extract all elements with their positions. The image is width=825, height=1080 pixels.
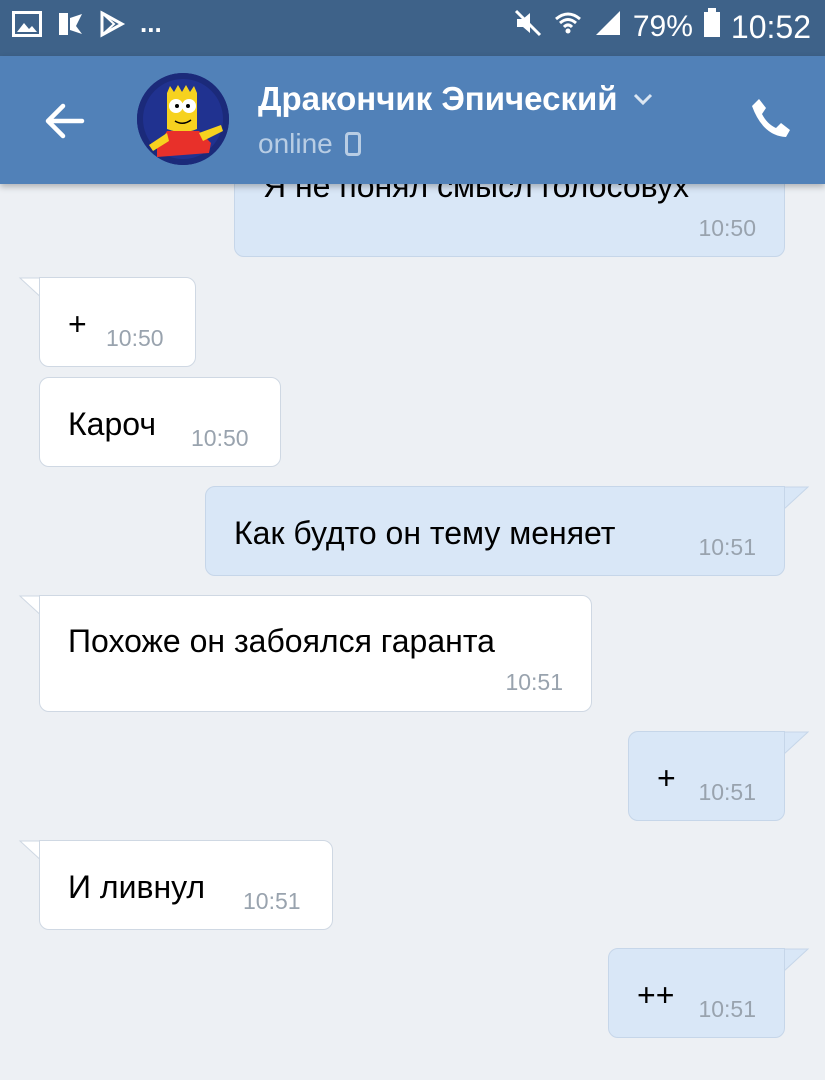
- mute-icon: [513, 8, 543, 46]
- message-text: Я не понял смысл голосовух: [263, 184, 689, 204]
- chevron-down-icon: [633, 93, 652, 106]
- message-time: 10:51: [243, 888, 301, 914]
- message-text: И ливнул: [68, 869, 206, 905]
- clock: 10:52: [730, 8, 811, 45]
- contact-name[interactable]: Дракончик Эпический: [258, 80, 654, 118]
- play-store-icon: [98, 10, 126, 43]
- contact-name-label: Дракончик Эпический: [258, 80, 618, 117]
- message-time: 10:51: [698, 996, 756, 1022]
- message-outgoing[interactable]: Как будто он тему меняет 10:51: [205, 486, 785, 576]
- battery-percent: 79%: [632, 10, 693, 43]
- message-text: Как будто он тему меняет: [234, 515, 616, 551]
- message-text: Кароч: [68, 406, 156, 442]
- message-outgoing[interactable]: ++ 10:51: [608, 948, 785, 1038]
- phone-icon: [752, 99, 790, 137]
- message-list[interactable]: Я не понял смысл голосовух 10:50 + 10:50…: [0, 184, 825, 1080]
- online-status: online: [258, 128, 361, 160]
- message-time: 10:50: [191, 425, 249, 451]
- signal-icon: [593, 8, 623, 46]
- battery-icon: [703, 8, 721, 46]
- message-time: 10:51: [505, 669, 563, 695]
- message-text: Похоже он забоялся гаранта: [68, 623, 495, 659]
- status-bar: ... 79% 10:52: [0, 0, 825, 56]
- message-incoming[interactable]: + 10:50: [39, 277, 196, 367]
- message-time: 10:51: [698, 779, 756, 805]
- message-outgoing[interactable]: Я не понял смысл голосовух 10:50: [234, 184, 785, 257]
- message-text: +: [68, 306, 87, 342]
- message-time: 10:50: [106, 325, 164, 351]
- notification-icon: [56, 10, 84, 43]
- online-status-label: online: [258, 128, 333, 159]
- message-text: ++: [637, 977, 675, 1013]
- message-text: +: [657, 760, 676, 796]
- message-incoming[interactable]: Кароч 10:50: [39, 377, 281, 467]
- message-time: 10:50: [698, 215, 756, 241]
- status-bar-system: 79% 10:52: [513, 8, 811, 46]
- message-outgoing[interactable]: + 10:51: [628, 731, 785, 821]
- more-notifications: ...: [140, 7, 162, 38]
- arrow-left-icon: [45, 103, 85, 139]
- message-time: 10:51: [698, 534, 756, 560]
- message-incoming[interactable]: И ливнул 10:51: [39, 840, 333, 930]
- wifi-icon: [553, 8, 583, 46]
- mobile-icon: [344, 132, 361, 156]
- message-incoming[interactable]: Похоже он забоялся гаранта 10:51: [39, 595, 592, 712]
- avatar[interactable]: [137, 73, 229, 165]
- status-bar-notifications: ...: [12, 10, 162, 43]
- gallery-icon: [12, 11, 42, 42]
- back-button[interactable]: [40, 96, 90, 146]
- chat-header: Дракончик Эпический online: [0, 56, 825, 184]
- call-button[interactable]: [749, 96, 793, 140]
